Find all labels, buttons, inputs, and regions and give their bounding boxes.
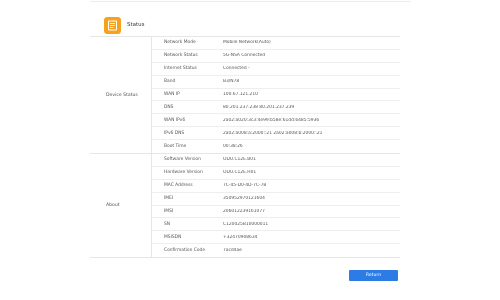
row-label: MSISDN bbox=[164, 234, 182, 240]
table-row: Network Status 5G-NSA Connected bbox=[152, 50, 400, 63]
section-label: About bbox=[90, 154, 152, 258]
table-row: IPv6 DNS 2a02:a008:a:2000::21 2a02:a008:b… bbox=[152, 127, 400, 141]
row-label: IPv6 DNS bbox=[164, 130, 185, 136]
row-label: Boot Time bbox=[164, 144, 187, 150]
row-label: Hardware Version bbox=[164, 170, 203, 176]
table-row: MAC Address 7C-45-D0-4D-7C-7B bbox=[152, 180, 400, 193]
row-label: Confirmation Code bbox=[164, 248, 206, 254]
table-row: SN C120025B10000011 bbox=[152, 218, 400, 232]
device-status-section: Device Status Network Mode Mobile Network… bbox=[90, 37, 400, 155]
top-divider bbox=[90, 1, 410, 2]
row-label: Software Version bbox=[164, 157, 201, 163]
table-row: Confirmation Code 7acd4ae bbox=[152, 244, 400, 257]
table-row: IMEI 350952970121604 bbox=[152, 193, 400, 206]
row-value: 7C-45-D0-4D-7C-7B bbox=[223, 183, 267, 189]
row-value: 00:38:26 bbox=[223, 144, 243, 150]
table-row: WAN IP 100.67.121.210 bbox=[152, 89, 400, 102]
table-row: Network Mode Mobile Network(Auto) bbox=[152, 37, 400, 50]
row-label: IMEI bbox=[164, 196, 174, 202]
row-label: WAN IP bbox=[164, 92, 180, 97]
row-value: 206012239161077 bbox=[223, 209, 265, 215]
row-label: Network Status bbox=[164, 53, 198, 59]
section-label: Device Status bbox=[90, 37, 152, 154]
page-title: Status bbox=[127, 22, 145, 28]
row-value: C120025B10000011 bbox=[223, 221, 269, 227]
row-label: Band bbox=[164, 79, 176, 85]
row-label: IMSI bbox=[164, 209, 174, 215]
row-label: Network Mode bbox=[164, 40, 196, 46]
table-row: IMSI 206012239161077 bbox=[152, 206, 400, 219]
about-section: About Software Version ODU.C12E.B01 Hardw… bbox=[90, 154, 400, 259]
row-label: Internet Status bbox=[164, 66, 197, 72]
table-row: Internet Status Connected - bbox=[152, 63, 400, 76]
row-value: 5G-NSA Connected bbox=[223, 53, 265, 59]
row-value: +32470908634 bbox=[223, 234, 258, 240]
row-value: 80.201.237.238 80.201.237.239 bbox=[223, 104, 295, 110]
status-header: Status bbox=[104, 15, 145, 35]
table-row: DNS 80.201.237.238 80.201.237.239 bbox=[152, 101, 400, 115]
row-value: B3/N78 bbox=[223, 79, 240, 85]
row-label: SN bbox=[164, 221, 171, 227]
row-label: MAC Address bbox=[164, 183, 193, 189]
table-row: Boot Time 00:38:26 bbox=[152, 140, 400, 153]
status-doc-icon bbox=[104, 16, 121, 34]
row-value: 2a02:a008:a:2000::21 2a02:a008:b:2000::2… bbox=[223, 130, 323, 136]
table-row: MSISDN +32470908634 bbox=[152, 231, 400, 245]
status-table: Device Status Network Mode Mobile Network… bbox=[90, 36, 400, 259]
row-value: 100.67.121.210 bbox=[223, 92, 258, 97]
row-value: 7acd4ae bbox=[223, 248, 242, 254]
table-row: Hardware Version ODU.C12E.H01 bbox=[152, 167, 400, 180]
row-value: Mobile Network(Auto) bbox=[223, 40, 271, 46]
table-row: Band B3/N78 bbox=[152, 76, 400, 89]
row-value: 350952970121604 bbox=[223, 196, 265, 202]
return-button[interactable]: Return bbox=[349, 270, 398, 281]
row-value: ODU.C12E.H01 bbox=[223, 170, 257, 176]
row-label: WAN IPv6 bbox=[164, 117, 186, 123]
row-label: DNS bbox=[164, 104, 174, 110]
row-value: ODU.C12E.B01 bbox=[223, 157, 256, 163]
table-row: WAN IPv6 2a02:a020:3c3:4e99:b58e:61dd:648… bbox=[152, 114, 400, 128]
row-value: 2a02:a020:3c3:4e99:b58e:61dd:6485:5936 bbox=[223, 117, 320, 123]
table-row: Software Version ODU.C12E.B01 bbox=[152, 154, 400, 167]
row-value: Connected - bbox=[223, 66, 250, 72]
